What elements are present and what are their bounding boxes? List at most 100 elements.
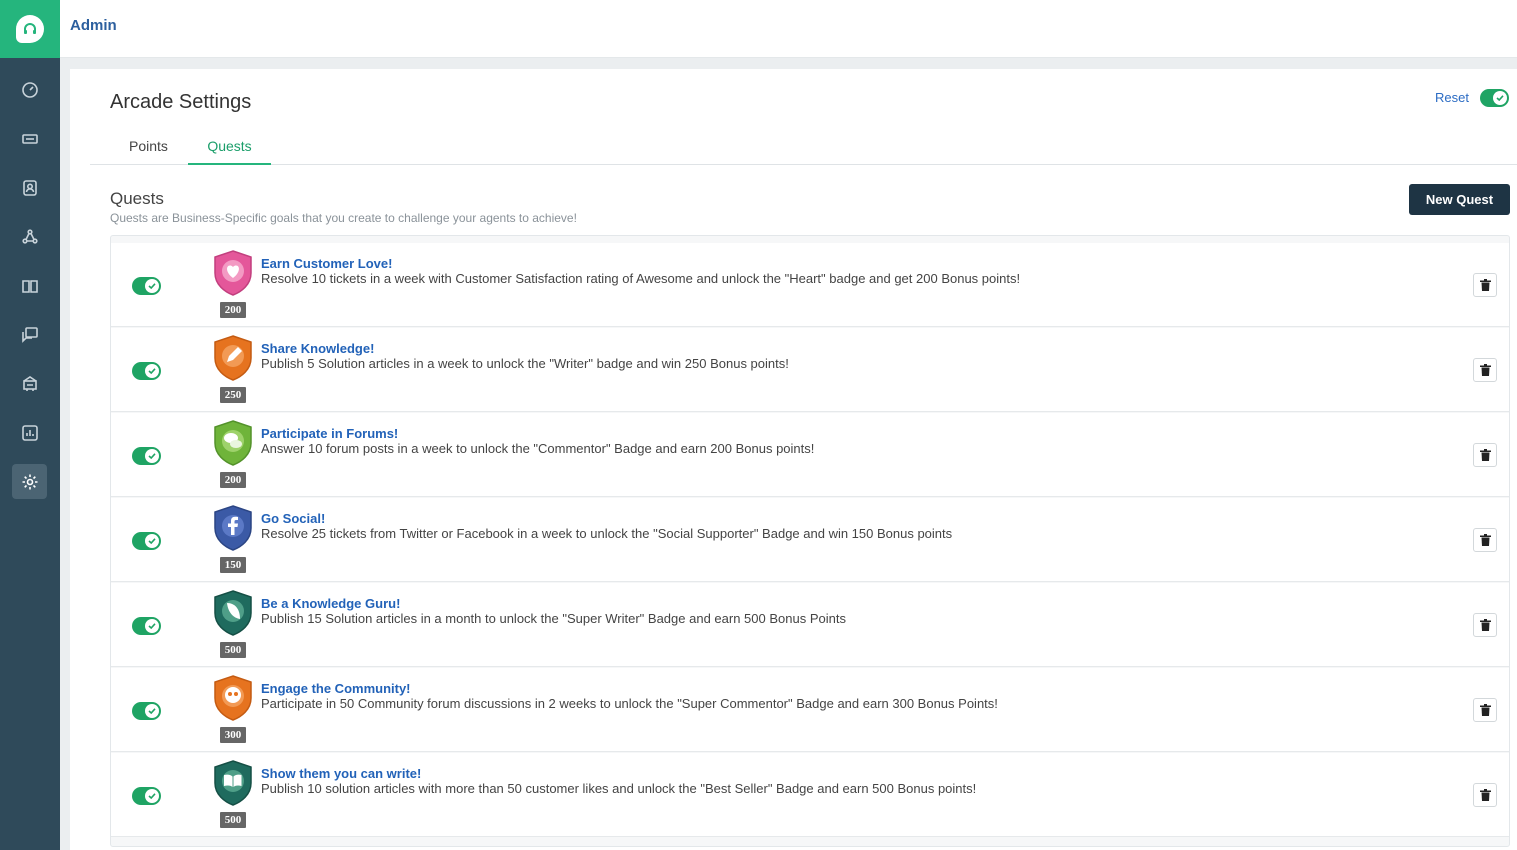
social-icon <box>21 228 38 244</box>
arcade-icon <box>22 375 37 391</box>
quests-section-description: Quests are Business-Specific goals that … <box>110 211 577 225</box>
quill-badge-icon <box>214 590 252 636</box>
quest-title[interactable]: Participate in Forums! <box>261 426 398 441</box>
delete-quest-button[interactable] <box>1473 273 1497 297</box>
delete-quest-button[interactable] <box>1473 613 1497 637</box>
solutions-book-icon <box>21 279 38 293</box>
quote-badge-icon <box>214 675 252 721</box>
quest-enable-toggle[interactable] <box>132 447 161 465</box>
quest-title[interactable]: Share Knowledge! <box>261 341 374 356</box>
quest-enable-toggle[interactable] <box>132 617 161 635</box>
trash-icon <box>1479 364 1491 376</box>
sidebar-item-solutions[interactable] <box>12 268 47 303</box>
sidebar-item-arcade[interactable] <box>12 366 47 401</box>
delete-quest-button[interactable] <box>1473 698 1497 722</box>
sidebar <box>0 0 60 850</box>
sidebar-item-admin-settings[interactable] <box>12 464 47 499</box>
trash-icon <box>1479 279 1491 291</box>
delete-quest-button[interactable] <box>1473 783 1497 807</box>
check-icon <box>145 619 159 633</box>
delete-quest-button[interactable] <box>1473 443 1497 467</box>
quest-list: 200 Earn Customer Love! Resolve 10 ticke… <box>110 235 1510 847</box>
quests-section-title: Quests <box>110 189 164 208</box>
quest-badge: 500 <box>211 589 255 659</box>
tab-quests[interactable]: Quests <box>188 138 271 165</box>
delete-quest-button[interactable] <box>1473 528 1497 552</box>
delete-quest-button[interactable] <box>1473 358 1497 382</box>
quest-enable-toggle[interactable] <box>132 702 161 720</box>
chat-badge-icon <box>214 420 252 466</box>
quest-points: 500 <box>220 642 246 658</box>
reset-link[interactable]: Reset <box>1435 90 1469 105</box>
check-icon <box>145 364 159 378</box>
quest-title[interactable]: Earn Customer Love! <box>261 256 392 271</box>
trash-icon <box>1479 534 1491 546</box>
quest-row: 200 Earn Customer Love! Resolve 10 ticke… <box>111 243 1509 327</box>
sidebar-item-contacts[interactable] <box>12 170 47 205</box>
reports-icon <box>21 424 38 441</box>
quest-row: 150 Go Social! Resolve 25 tickets from T… <box>111 498 1509 582</box>
quest-points: 150 <box>220 557 246 573</box>
check-icon <box>145 279 159 293</box>
check-icon <box>145 449 159 463</box>
sidebar-item-tickets[interactable] <box>12 121 47 156</box>
quest-points: 250 <box>220 387 246 403</box>
new-quest-button[interactable]: New Quest <box>1409 184 1510 215</box>
quest-badge: 250 <box>211 334 255 404</box>
quest-row: 250 Share Knowledge! Publish 5 Solution … <box>111 328 1509 412</box>
contacts-icon <box>22 179 37 196</box>
settings-tabs: Points Quests <box>90 133 1517 165</box>
quest-description: Publish 5 Solution articles in a week to… <box>261 356 789 371</box>
quest-badge: 500 <box>211 759 255 829</box>
quest-title[interactable]: Go Social! <box>261 511 325 526</box>
main-panel: Arcade Settings Reset Points Quests Ques… <box>70 69 1517 850</box>
quest-badge: 200 <box>211 419 255 489</box>
quest-points: 200 <box>220 302 246 318</box>
quest-description: Answer 10 forum posts in a week to unloc… <box>261 441 815 456</box>
check-icon <box>145 789 159 803</box>
facebook-badge-icon <box>214 505 252 551</box>
trash-icon <box>1479 704 1491 716</box>
app-logo[interactable] <box>0 0 60 58</box>
dashboard-icon <box>21 81 38 98</box>
quest-badge: 200 <box>211 249 255 319</box>
quest-enable-toggle[interactable] <box>132 362 161 380</box>
quest-badge: 150 <box>211 504 255 574</box>
quest-title[interactable]: Engage the Community! <box>261 681 411 696</box>
sidebar-item-forums[interactable] <box>12 317 47 352</box>
quest-badge: 300 <box>211 674 255 744</box>
book-badge-icon <box>214 760 252 806</box>
quest-row: 500 Be a Knowledge Guru! Publish 15 Solu… <box>111 583 1509 667</box>
trash-icon <box>1479 619 1491 631</box>
quest-enable-toggle[interactable] <box>132 787 161 805</box>
trash-icon <box>1479 789 1491 801</box>
check-icon <box>145 704 159 718</box>
check-icon <box>145 534 159 548</box>
heart-badge-icon <box>214 250 252 296</box>
quest-points: 300 <box>220 727 246 743</box>
quest-title[interactable]: Show them you can write! <box>261 766 421 781</box>
headset-logo-icon <box>16 15 44 43</box>
quest-enable-toggle[interactable] <box>132 532 161 550</box>
quest-enable-toggle[interactable] <box>132 277 161 295</box>
sidebar-item-reports[interactable] <box>12 415 47 450</box>
pen-badge-icon <box>214 335 252 381</box>
quest-points: 200 <box>220 472 246 488</box>
quest-description: Publish 15 Solution articles in a month … <box>261 611 846 626</box>
top-bar: Admin <box>60 0 1517 58</box>
trash-icon <box>1479 449 1491 461</box>
quest-row: 500 Show them you can write! Publish 10 … <box>111 753 1509 837</box>
reset-toggle[interactable] <box>1480 89 1509 107</box>
quest-row: 300 Engage the Community! Participate in… <box>111 668 1509 752</box>
quest-description: Resolve 25 tickets from Twitter or Faceb… <box>261 526 953 541</box>
page-title: Arcade Settings <box>110 91 252 113</box>
tab-points[interactable]: Points <box>129 138 168 165</box>
settings-gear-icon <box>22 474 37 489</box>
sidebar-item-social[interactable] <box>12 219 47 254</box>
quest-title[interactable]: Be a Knowledge Guru! <box>261 596 400 611</box>
check-icon <box>1493 91 1507 105</box>
quest-row: 200 Participate in Forums! Answer 10 for… <box>111 413 1509 497</box>
forums-icon <box>21 326 38 343</box>
sidebar-item-dashboard[interactable] <box>12 72 47 107</box>
quest-description: Publish 10 solution articles with more t… <box>261 781 977 796</box>
